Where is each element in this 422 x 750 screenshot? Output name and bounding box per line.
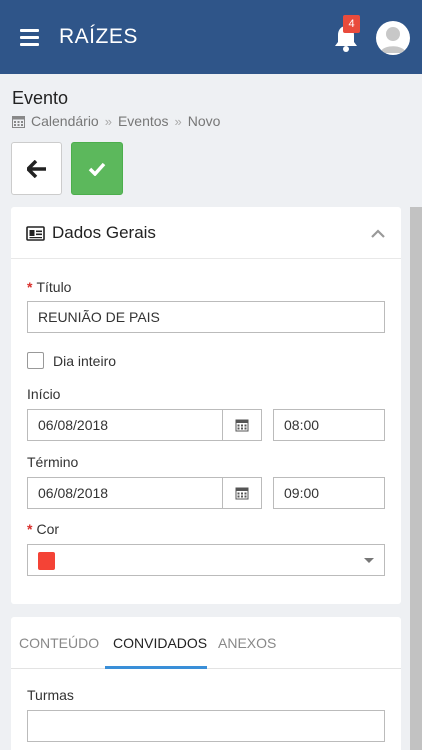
required-marker: * (27, 521, 33, 537)
required-marker: * (27, 279, 33, 295)
page-title: Evento (12, 88, 69, 108)
top-bar: RAÍZES 4 (0, 0, 422, 74)
cor-label: * Cor (27, 521, 60, 537)
dados-gerais-card: Dados Gerais *Título Dia inteiro Início … (11, 207, 401, 604)
back-button[interactable] (11, 142, 62, 195)
breadcrumb-calendario[interactable]: Calendário (31, 113, 99, 129)
breadcrumb-novo: Novo (187, 113, 221, 129)
inicio-date-input[interactable] (27, 409, 223, 441)
titulo-input[interactable] (27, 301, 385, 333)
check-icon (88, 162, 106, 176)
dados-gerais-header[interactable]: Dados Gerais (11, 207, 401, 259)
caret-down-icon (364, 558, 374, 563)
id-card-icon (26, 226, 45, 241)
notification-badge: 4 (343, 15, 360, 33)
tab-bar: CONTEÚDO CONVIDADOS ANEXOS (11, 617, 401, 669)
tab-conteudo[interactable]: CONTEÚDO (19, 635, 99, 651)
breadcrumb-eventos[interactable]: Eventos (118, 113, 169, 129)
turmas-label: Turmas (27, 687, 74, 703)
color-swatch (38, 552, 55, 570)
arrow-left-icon (26, 159, 46, 178)
tabs-card: CONTEÚDO CONVIDADOS ANEXOS Turmas (11, 617, 401, 750)
calendar-icon (235, 487, 249, 500)
termino-calendar-button[interactable] (222, 477, 262, 509)
scrollbar[interactable] (410, 207, 422, 750)
dia-inteiro-label: Dia inteiro (53, 353, 117, 369)
user-avatar[interactable] (376, 21, 410, 55)
menu-icon[interactable] (20, 29, 39, 46)
inicio-calendar-button[interactable] (222, 409, 262, 441)
tab-convidados[interactable]: CONVIDADOS (113, 635, 207, 651)
termino-time-input[interactable] (273, 477, 385, 509)
inicio-time-input[interactable] (273, 409, 385, 441)
calendar-icon (235, 419, 249, 432)
inicio-label: Início (27, 386, 61, 402)
tab-anexos[interactable]: ANEXOS (218, 635, 276, 651)
breadcrumb: Calendário » Eventos » Novo (12, 113, 220, 129)
breadcrumb-separator-icon: » (174, 113, 182, 129)
save-button[interactable] (71, 142, 123, 195)
dia-inteiro-checkbox[interactable] (27, 352, 44, 369)
breadcrumb-separator-icon: » (104, 113, 112, 129)
active-tab-indicator (105, 666, 207, 669)
turmas-input[interactable] (27, 710, 385, 742)
calendar-icon (12, 115, 25, 128)
chevron-up-icon[interactable] (371, 229, 385, 238)
section-title: Dados Gerais (52, 223, 156, 242)
titulo-label: * Título (27, 279, 72, 295)
termino-date-input[interactable] (27, 477, 223, 509)
cor-select[interactable] (27, 544, 385, 576)
termino-label: Término (27, 454, 79, 470)
app-title: RAÍZES (59, 25, 138, 48)
